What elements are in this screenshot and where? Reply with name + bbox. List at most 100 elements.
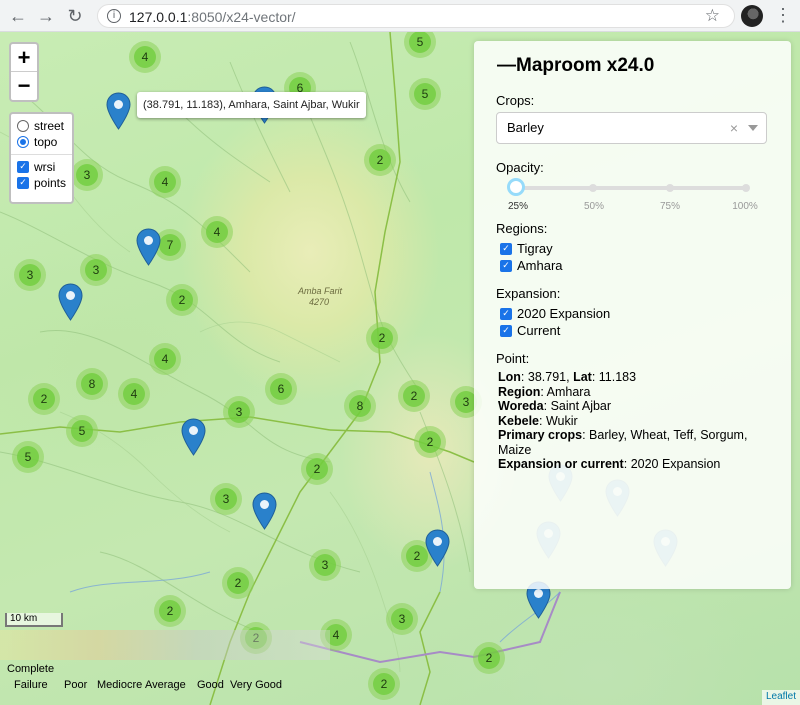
site-info-icon[interactable]: i	[107, 9, 121, 23]
peak-label: Amba Farit	[297, 286, 343, 296]
point-details: Lon: 38.791, Lat: 11.183 Region: Amhara …	[498, 370, 748, 471]
crops-label: Crops:	[496, 93, 535, 108]
browser-menu-icon[interactable]: ⋮	[774, 4, 792, 26]
slider-handle[interactable]	[507, 178, 525, 196]
reload-icon[interactable]: ↻	[64, 5, 86, 27]
marker-cluster[interactable]: 3	[386, 603, 418, 635]
marker-cluster[interactable]: 5	[66, 415, 98, 447]
checkbox-checked-icon[interactable]: ✓	[500, 242, 512, 255]
cluster-count: 7	[159, 234, 181, 256]
marker-cluster[interactable]: 2	[222, 567, 254, 599]
marker-cluster[interactable]: 2	[364, 144, 396, 176]
marker-cluster[interactable]: 5	[409, 78, 441, 110]
marker-cluster[interactable]: 6	[265, 373, 297, 405]
cluster-count: 3	[391, 608, 413, 630]
legend-label: Good	[197, 679, 224, 691]
radio-selected-icon[interactable]	[17, 136, 29, 148]
zoom-out-button[interactable]: −	[11, 72, 37, 100]
cluster-count: 5	[414, 83, 436, 105]
opacity-slider[interactable]: 25% 50% 75% 100%	[496, 177, 767, 217]
forward-arrow-icon[interactable]: →	[35, 5, 57, 27]
legend: Complete Failure Poor Mediocre Average G…	[0, 630, 330, 705]
region-amhara-checkbox[interactable]: ✓ Amhara	[500, 257, 769, 274]
expansion-current-checkbox[interactable]: ✓ Current	[500, 322, 769, 339]
layer-topo[interactable]: topo	[17, 134, 66, 150]
clear-icon[interactable]: ×	[730, 113, 738, 143]
slider-tick	[666, 184, 674, 192]
marker-cluster[interactable]: 4	[201, 216, 233, 248]
slider-tick	[742, 184, 750, 192]
map[interactable]: Amba Farit 4270 455624347332248426385235…	[0, 32, 800, 705]
map-marker-icon[interactable]	[58, 283, 83, 321]
browser-toolbar: ← → ↻ i 127.0.0.1:8050/x24-vector/ ☆ ⋮	[0, 0, 800, 32]
url-text: 127.0.0.1:8050/x24-vector/	[129, 9, 296, 25]
marker-cluster[interactable]: 8	[344, 390, 376, 422]
cluster-count: 6	[270, 378, 292, 400]
map-marker-icon[interactable]	[136, 228, 161, 266]
profile-avatar[interactable]	[741, 5, 763, 27]
marker-cluster[interactable]: 3	[210, 483, 242, 515]
marker-cluster[interactable]: 5	[12, 441, 44, 473]
checkbox-checked-icon[interactable]: ✓	[500, 259, 512, 272]
bookmark-star-icon[interactable]: ☆	[705, 6, 720, 26]
marker-cluster[interactable]: 2	[28, 383, 60, 415]
marker-cluster[interactable]: 2	[473, 642, 505, 674]
cluster-count: 4	[154, 348, 176, 370]
leaflet-attribution-link[interactable]: Leaflet	[761, 690, 800, 705]
cluster-count: 3	[76, 164, 98, 186]
cluster-count: 2	[227, 572, 249, 594]
radio-icon[interactable]	[17, 120, 29, 132]
crops-select[interactable]: Barley ×	[496, 112, 767, 144]
back-arrow-icon[interactable]: ←	[7, 5, 29, 27]
zoom-in-button[interactable]: +	[11, 44, 37, 72]
marker-cluster[interactable]: 2	[366, 322, 398, 354]
checkbox-checked-icon[interactable]: ✓	[500, 307, 512, 320]
overlay-points[interactable]: ✓ points	[17, 175, 66, 191]
marker-cluster[interactable]: 2	[414, 426, 446, 458]
expansion-2020-checkbox[interactable]: ✓ 2020 Expansion	[500, 305, 769, 322]
marker-cluster[interactable]: 3	[223, 396, 255, 428]
opacity-label: Opacity:	[496, 160, 544, 175]
cluster-count: 3	[85, 259, 107, 281]
cluster-count: 3	[19, 264, 41, 286]
map-marker-icon[interactable]	[106, 92, 131, 130]
checkbox-checked-icon[interactable]: ✓	[500, 324, 512, 337]
cluster-count: 2	[419, 431, 441, 453]
slider-tick	[589, 184, 597, 192]
marker-cluster[interactable]: 4	[118, 378, 150, 410]
marker-cluster[interactable]: 3	[309, 549, 341, 581]
zoom-control: + −	[9, 42, 39, 102]
marker-cluster[interactable]: 2	[301, 453, 333, 485]
dropdown-caret-icon[interactable]	[748, 125, 758, 131]
marker-cluster[interactable]: 8	[76, 368, 108, 400]
marker-cluster[interactable]: 4	[149, 343, 181, 375]
cluster-count: 2	[306, 458, 328, 480]
cluster-count: 2	[159, 600, 181, 622]
map-marker-icon[interactable]	[181, 418, 206, 456]
marker-cluster[interactable]: 4	[149, 166, 181, 198]
cluster-count: 2	[373, 673, 395, 695]
peak-elevation: 4270	[309, 297, 329, 307]
marker-cluster[interactable]: 4	[129, 41, 161, 73]
marker-cluster[interactable]: 3	[14, 259, 46, 291]
control-panel: —Maproom x24.0 Crops: Barley × Opacity: …	[474, 41, 791, 589]
marker-cluster[interactable]: 2	[154, 595, 186, 627]
marker-cluster[interactable]: 2	[368, 668, 400, 700]
overlay-wrsi[interactable]: ✓ wrsi	[17, 159, 66, 175]
layer-street[interactable]: street	[17, 118, 66, 134]
marker-cluster[interactable]: 2	[398, 380, 430, 412]
region-tigray-checkbox[interactable]: ✓ Tigray	[500, 240, 769, 257]
marker-cluster[interactable]: 3	[80, 254, 112, 286]
marker-cluster[interactable]: 3	[71, 159, 103, 191]
marker-cluster[interactable]: 2	[166, 284, 198, 316]
cluster-count: 5	[17, 446, 39, 468]
point-label: Point:	[496, 351, 530, 366]
point-tooltip: (38.791, 11.183), Amhara, Saint Ajbar, W…	[137, 92, 366, 118]
checkbox-checked-icon[interactable]: ✓	[17, 161, 29, 173]
cluster-count: 2	[371, 327, 393, 349]
address-bar[interactable]: i 127.0.0.1:8050/x24-vector/ ☆	[97, 4, 735, 28]
map-marker-icon[interactable]	[252, 492, 277, 530]
checkbox-checked-icon[interactable]: ✓	[17, 177, 29, 189]
slider-track[interactable]	[516, 186, 746, 190]
map-marker-icon[interactable]	[425, 529, 450, 567]
